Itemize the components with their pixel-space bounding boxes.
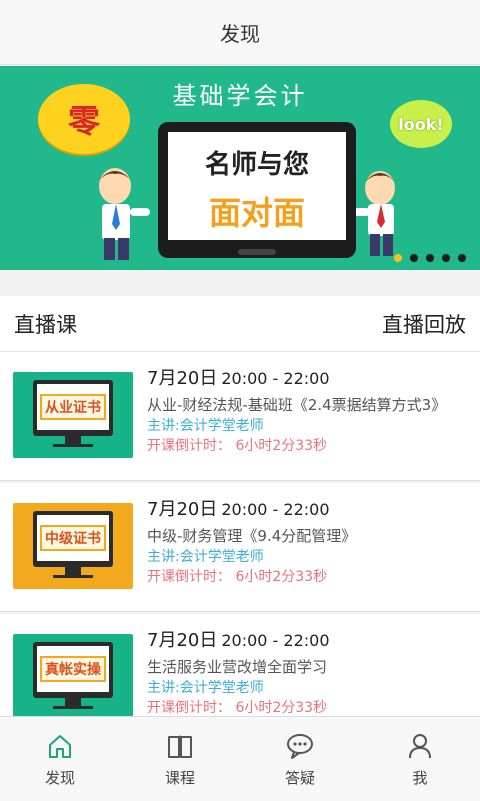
tab-qa[interactable]: 答疑	[240, 717, 360, 801]
carousel-dot[interactable]	[442, 254, 450, 262]
monitor-screen: 真帐实操	[37, 646, 109, 692]
chat-bubble-icon	[287, 733, 313, 759]
tab-me[interactable]: 我	[360, 717, 480, 801]
course-teacher: 主讲:会计学堂老师	[147, 680, 264, 696]
home-icon	[49, 734, 71, 758]
monitor-stand	[65, 698, 81, 706]
person-icon	[409, 733, 431, 758]
live-replay-link[interactable]: 直播回放	[382, 309, 466, 339]
course-thumbnail: 从业证书	[13, 372, 133, 458]
course-info: 7月20日 20:00 - 22:00 生活服务业营改增全面学习 主讲:会计学堂老…	[147, 628, 470, 718]
speech-bubble-look: look!	[390, 100, 452, 148]
tab-courses[interactable]: 课程	[120, 717, 240, 801]
course-item[interactable]: 中级证书 7月20日 20:00 - 22:00 中级-财务管理《9.4分配管理》…	[0, 483, 480, 612]
course-schedule: 7月20日 20:00 - 22:00	[147, 497, 470, 523]
monitor-screen: 从业证书	[37, 384, 109, 430]
carousel-dot[interactable]	[394, 254, 402, 262]
course-title: 生活服务业营改增全面学习	[147, 658, 328, 676]
bubble-zero-text: 零	[67, 102, 100, 140]
banner-tablet: 名师与您 面对面	[158, 122, 356, 258]
thumbnail-label: 中级证书	[40, 525, 106, 551]
course-item[interactable]: 从业证书 7月20日 20:00 - 22:00 从业-财经法规-基础班《2.4票…	[0, 352, 480, 481]
tablet-home-button	[238, 249, 276, 255]
monitor-base	[53, 444, 93, 447]
carousel-indicator	[394, 254, 466, 262]
live-section-header: 直播课 直播回放	[0, 296, 480, 352]
thumbnail-label: 真帐实操	[40, 656, 106, 682]
monitor-screen: 中级证书	[37, 515, 109, 561]
course-time: 20:00 - 22:00	[221, 369, 330, 388]
course-info: 7月20日 20:00 - 22:00 从业-财经法规-基础班《2.4票据结算方式…	[147, 366, 470, 456]
tab-label: 课程	[164, 768, 195, 787]
course-info: 7月20日 20:00 - 22:00 中级-财务管理《9.4分配管理》 主讲:会…	[147, 497, 470, 587]
monitor-icon: 真帐实操	[33, 642, 113, 698]
monitor-base	[53, 575, 93, 578]
course-schedule: 7月20日 20:00 - 22:00	[147, 366, 470, 392]
live-courses-label[interactable]: 直播课	[14, 309, 77, 339]
monitor-base	[53, 706, 93, 709]
tab-label: 答疑	[284, 768, 315, 787]
course-thumbnail: 真帐实操	[13, 634, 133, 720]
carousel-dot[interactable]	[426, 254, 434, 262]
course-title: 从业-财经法规-基础班《2.4票据结算方式3》	[147, 396, 447, 414]
monitor-icon: 从业证书	[33, 380, 113, 436]
tab-label: 发现	[44, 768, 75, 787]
book-icon	[168, 735, 192, 758]
course-list: 从业证书 7月20日 20:00 - 22:00 从业-财经法规-基础班《2.4票…	[0, 352, 480, 743]
course-thumbnail: 中级证书	[13, 503, 133, 589]
course-teacher: 主讲:会计学堂老师	[147, 549, 264, 565]
course-title: 中级-财务管理《9.4分配管理》	[147, 527, 357, 545]
course-teacher: 主讲:会计学堂老师	[147, 418, 264, 434]
monitor-stand	[65, 567, 81, 575]
course-time: 20:00 - 22:00	[221, 631, 330, 650]
carousel-dot[interactable]	[458, 254, 466, 262]
speech-bubble-zero: 零	[38, 84, 130, 154]
tablet-subheadline: 面对面	[208, 194, 305, 232]
course-time: 20:00 - 22:00	[221, 500, 330, 519]
tablet-headline: 名师与您	[204, 150, 309, 180]
tab-discover[interactable]: 发现	[0, 717, 120, 801]
course-countdown: 开课倒计时： 6小时2分33秒	[147, 569, 328, 585]
course-schedule: 7月20日 20:00 - 22:00	[147, 628, 470, 654]
bottom-tab-bar: 发现 课程 答疑 我	[0, 716, 480, 801]
thumbnail-label: 从业证书	[40, 394, 106, 420]
tablet-screen: 名师与您 面对面	[168, 132, 346, 240]
top-bar: 发现	[0, 0, 480, 65]
monitor-icon: 中级证书	[33, 511, 113, 567]
course-countdown: 开课倒计时： 6小时2分33秒	[147, 700, 328, 716]
monitor-stand	[65, 436, 81, 444]
carousel-dot[interactable]	[410, 254, 418, 262]
cartoon-teacher-left	[99, 168, 150, 260]
bubble-look-text: look!	[398, 114, 444, 134]
page-title: 发现	[220, 21, 260, 46]
course-date: 7月20日	[147, 630, 218, 651]
course-countdown: 开课倒计时： 6小时2分33秒	[147, 438, 328, 454]
tab-label: 我	[412, 768, 428, 787]
course-date: 7月20日	[147, 368, 218, 389]
promo-banner[interactable]: 基础学会计 零 look! 名师与您 面对面	[0, 66, 480, 270]
course-date: 7月20日	[147, 499, 218, 520]
